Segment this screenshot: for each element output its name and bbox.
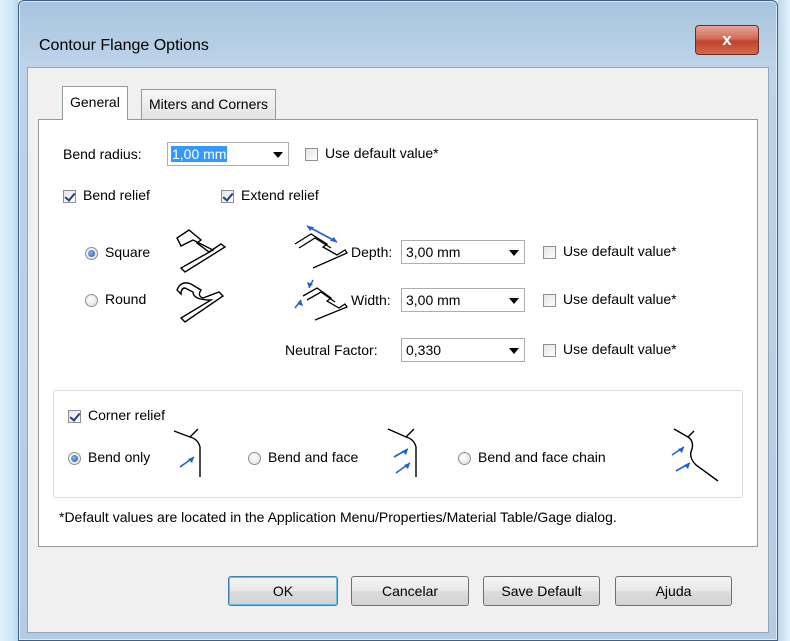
close-button[interactable]: x (695, 25, 759, 55)
desktop-background-left (0, 0, 18, 641)
depth-label: Depth: (351, 244, 393, 260)
round-relief-icon (176, 282, 225, 323)
dialog-title: Contour Flange Options (39, 37, 209, 54)
contour-flange-options-dialog: Contour Flange Options x General Miters … (18, 0, 778, 641)
relief-depth-icon (294, 225, 348, 269)
chevron-down-icon[interactable] (509, 348, 519, 354)
cancel-button[interactable]: Cancelar (351, 576, 469, 606)
square-relief-radio[interactable] (85, 247, 98, 260)
bend-relief-checkbox[interactable] (63, 190, 76, 203)
ok-button[interactable]: OK (228, 576, 338, 606)
corner-relief-checkbox[interactable] (68, 410, 81, 423)
neutral-factor-value: 0,330 (406, 342, 442, 358)
depth-use-default-label: Use default value* (563, 243, 677, 259)
bend-radius-combo[interactable]: 1,00 mm (167, 142, 289, 166)
corner-bend-and-face-chain-radio[interactable] (458, 452, 471, 465)
relief-width-icon (294, 279, 348, 321)
corner-relief-label: Corner relief (88, 407, 166, 423)
bend-radius-use-default-label: Use default value* (325, 145, 439, 161)
chevron-down-icon[interactable] (509, 298, 519, 304)
tab-miters-and-corners[interactable]: Miters and Corners (141, 89, 277, 119)
bend-relief-label: Bend relief (83, 187, 150, 203)
width-use-default-checkbox[interactable] (543, 294, 556, 307)
depth-combo[interactable]: 3,00 mm (401, 240, 525, 264)
corner-bend-and-face-label: Bend and face (268, 449, 359, 465)
tab-general-label: General (70, 94, 120, 110)
neutral-factor-use-default-label: Use default value* (563, 341, 677, 357)
bend-and-face-corner-icon (387, 428, 417, 477)
corner-bend-and-face-chain-label: Bend and face chain (478, 449, 606, 465)
save-default-button[interactable]: Save Default (483, 576, 600, 606)
bend-only-corner-icon (173, 428, 201, 477)
tab-miters-label: Miters and Corners (149, 96, 269, 112)
extend-relief-label: Extend relief (241, 187, 319, 203)
corner-relief-group: Corner relief Bend only Bend and face Be… (53, 390, 743, 498)
desktop-background-right (778, 0, 790, 641)
extend-relief-checkbox[interactable] (221, 190, 234, 203)
width-use-default-label: Use default value* (563, 291, 677, 307)
width-combo[interactable]: 3,00 mm (401, 288, 525, 312)
neutral-factor-use-default-checkbox[interactable] (543, 344, 556, 357)
tab-general[interactable]: General (62, 86, 128, 120)
bend-radius-value: 1,00 mm (171, 146, 228, 162)
width-value: 3,00 mm (406, 292, 461, 308)
corner-bend-only-label: Bend only (88, 449, 151, 465)
round-relief-label: Round (105, 291, 147, 307)
neutral-factor-label: Neutral Factor: (285, 342, 378, 358)
depth-use-default-checkbox[interactable] (543, 246, 556, 259)
close-icon: x (722, 30, 732, 49)
help-button[interactable]: Ajuda (615, 576, 732, 606)
chevron-down-icon[interactable] (509, 250, 519, 256)
square-relief-label: Square (105, 244, 151, 260)
corner-bend-and-face-radio[interactable] (248, 452, 261, 465)
corner-bend-only-radio[interactable] (68, 452, 81, 465)
square-relief-icon (176, 229, 227, 273)
general-tab-panel: Bend radius: 1,00 mm Use default value* … (38, 119, 758, 547)
bend-radius-use-default-checkbox[interactable] (305, 148, 318, 161)
bend-radius-label: Bend radius: (63, 146, 142, 162)
width-label: Width: (351, 292, 391, 308)
dialog-client-area: General Miters and Corners Bend radius: … (27, 67, 769, 633)
round-relief-radio[interactable] (85, 294, 98, 307)
neutral-factor-combo[interactable]: 0,330 (401, 338, 525, 362)
depth-value: 3,00 mm (406, 244, 461, 260)
default-values-note: *Default values are located in the Appli… (59, 509, 617, 525)
chevron-down-icon[interactable] (273, 152, 283, 158)
bend-and-face-chain-corner-icon (671, 428, 719, 482)
